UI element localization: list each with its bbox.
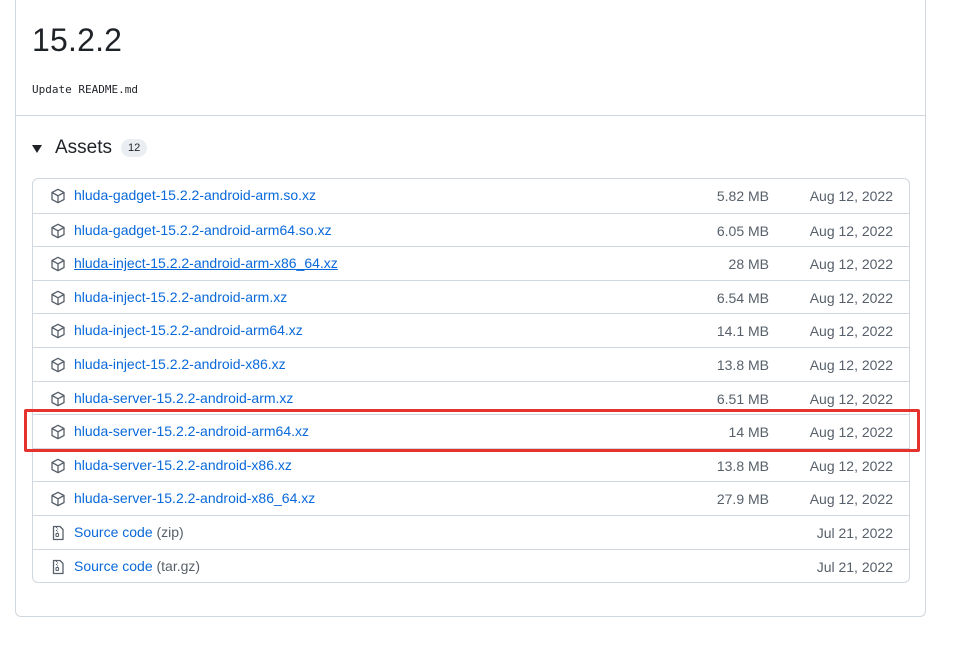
asset-download-link[interactable]: Source code (tar.gz)	[74, 558, 200, 574]
asset-name: hluda-server-15.2.2-android-arm.xz	[74, 389, 294, 406]
asset-size: 27.9 MB	[716, 491, 769, 508]
package-icon-svg	[51, 491, 65, 507]
asset-name: hluda-server-15.2.2-android-arm64.xz	[74, 423, 309, 440]
package-icon	[50, 256, 66, 272]
file-zip-icon	[50, 559, 66, 575]
asset-name-suffix: (zip)	[156, 523, 184, 540]
asset-date: Aug 12, 2022	[809, 457, 893, 474]
package-icon-svg	[51, 391, 65, 406]
asset-name-suffix: (tar.gz)	[156, 557, 201, 574]
file-zip-icon-svg	[52, 525, 64, 541]
file-zip-icon	[50, 525, 66, 541]
assets-count-badge: 12	[121, 139, 148, 157]
asset-size: 14.1 MB	[716, 323, 769, 340]
asset-download-link[interactable]: hluda-server-15.2.2-android-arm.xz	[74, 390, 293, 406]
assets-list: hluda-gadget-15.2.2-android-arm.so.xz 5.8…	[32, 178, 910, 584]
release-card: 15.2.2 Update README.md Assets 12 hluda-…	[15, 0, 926, 617]
asset-download-link[interactable]: hluda-gadget-15.2.2-android-arm.so.xz	[74, 187, 316, 203]
package-icon	[50, 391, 66, 407]
assets-label[interactable]: Assets	[55, 137, 112, 159]
package-icon-svg	[51, 424, 65, 440]
asset-name: hluda-inject-15.2.2-android-x86.xz	[74, 355, 286, 372]
asset-name: hluda-inject-15.2.2-android-arm.xz	[74, 288, 288, 305]
asset-name: Source code	[74, 557, 153, 574]
asset-download-link[interactable]: hluda-inject-15.2.2-android-arm64.xz	[74, 322, 303, 338]
package-icon-svg	[51, 458, 65, 474]
asset-date: Aug 12, 2022	[809, 390, 893, 407]
asset-date: Jul 21, 2022	[816, 524, 893, 541]
asset-download-link[interactable]: hluda-inject-15.2.2-android-arm.xz	[74, 289, 287, 305]
asset-date: Jul 21, 2022	[816, 558, 893, 575]
asset-row: hluda-server-15.2.2-android-arm.xz 6.51 M…	[33, 380, 909, 415]
asset-date: Aug 12, 2022	[809, 424, 893, 441]
package-icon-svg	[51, 223, 65, 238]
package-icon	[50, 424, 66, 440]
asset-name: hluda-server-15.2.2-android-x86.xz	[74, 456, 292, 473]
asset-name: Source code	[74, 523, 153, 540]
asset-download-link[interactable]: hluda-server-15.2.2-android-arm64.xz	[74, 423, 309, 439]
asset-date: Aug 12, 2022	[809, 356, 893, 373]
asset-download-link[interactable]: hluda-inject-15.2.2-android-x86.xz	[74, 356, 286, 372]
asset-size: 5.82 MB	[716, 188, 769, 204]
asset-date: Aug 12, 2022	[809, 256, 893, 273]
package-icon-svg	[51, 290, 65, 306]
package-icon-svg	[51, 324, 65, 339]
asset-row: hluda-inject-15.2.2-android-x86.xz 13.8 M…	[33, 346, 909, 381]
asset-download-link[interactable]: Source code (zip)	[74, 524, 184, 540]
package-icon	[50, 458, 66, 474]
asset-row: hluda-server-15.2.2-android-x86_64.xz 27.…	[33, 481, 909, 515]
asset-size: 6.54 MB	[716, 289, 769, 306]
asset-row: hluda-gadget-15.2.2-android-arm.so.xz 5.8…	[33, 179, 909, 213]
asset-name: hluda-inject-15.2.2-android-arm64.xz	[74, 322, 303, 339]
asset-size: 6.51 MB	[716, 390, 769, 407]
package-icon	[50, 357, 66, 373]
package-icon	[50, 290, 66, 306]
asset-row: hluda-server-15.2.2-android-x86.xz 13.8 M…	[33, 447, 909, 482]
divider	[16, 115, 925, 116]
asset-name: hluda-server-15.2.2-android-x86_64.xz	[74, 490, 316, 507]
asset-row: hluda-inject-15.2.2-android-arm64.xz 14.1…	[33, 313, 909, 347]
asset-size: 13.8 MB	[716, 457, 769, 474]
asset-row: hluda-gadget-15.2.2-android-arm64.so.xz 6…	[33, 212, 909, 247]
asset-row: hluda-server-15.2.2-android-arm64.xz 14 M…	[33, 414, 909, 448]
assets-toggle[interactable]: Assets 12	[32, 135, 148, 161]
asset-row: hluda-inject-15.2.2-android-arm-x86_64.x…	[33, 246, 909, 280]
file-zip-icon-svg	[52, 559, 64, 574]
package-icon	[50, 188, 66, 204]
release-title[interactable]: 15.2.2	[32, 22, 122, 59]
asset-download-link[interactable]: hluda-gadget-15.2.2-android-arm64.so.xz	[74, 222, 332, 238]
asset-download-link[interactable]: hluda-server-15.2.2-android-x86_64.xz	[74, 490, 315, 506]
package-icon-svg	[51, 357, 65, 373]
asset-name: hluda-gadget-15.2.2-android-arm64.so.xz	[74, 221, 332, 238]
triangle-down-icon[interactable]	[32, 145, 42, 153]
asset-download-link[interactable]: hluda-inject-15.2.2-android-arm-x86_64.x…	[74, 255, 338, 271]
package-icon	[50, 323, 66, 339]
asset-row: Source code (tar.gz) Jul 21, 2022	[33, 548, 909, 583]
asset-name: hluda-inject-15.2.2-android-arm-x86_64.x…	[74, 255, 338, 272]
asset-size: 13.8 MB	[716, 356, 769, 373]
asset-date: Aug 12, 2022	[809, 188, 893, 204]
package-icon-svg	[51, 188, 65, 204]
asset-date: Aug 12, 2022	[809, 491, 893, 508]
package-icon	[50, 223, 66, 239]
asset-row: Source code (zip) Jul 21, 2022	[33, 514, 909, 549]
asset-name: hluda-gadget-15.2.2-android-arm.so.xz	[74, 187, 317, 203]
asset-date: Aug 12, 2022	[809, 222, 893, 239]
package-icon	[50, 491, 66, 507]
asset-download-link[interactable]: hluda-server-15.2.2-android-x86.xz	[74, 457, 292, 473]
asset-date: Aug 12, 2022	[809, 323, 893, 340]
asset-size: 28 MB	[728, 256, 769, 273]
asset-size: 6.05 MB	[716, 222, 769, 239]
release-body: Update README.md	[32, 83, 138, 96]
asset-size: 14 MB	[728, 424, 769, 441]
asset-row: hluda-inject-15.2.2-android-arm.xz 6.54 M…	[33, 279, 909, 314]
asset-date: Aug 12, 2022	[809, 289, 893, 306]
package-icon-svg	[51, 256, 65, 272]
